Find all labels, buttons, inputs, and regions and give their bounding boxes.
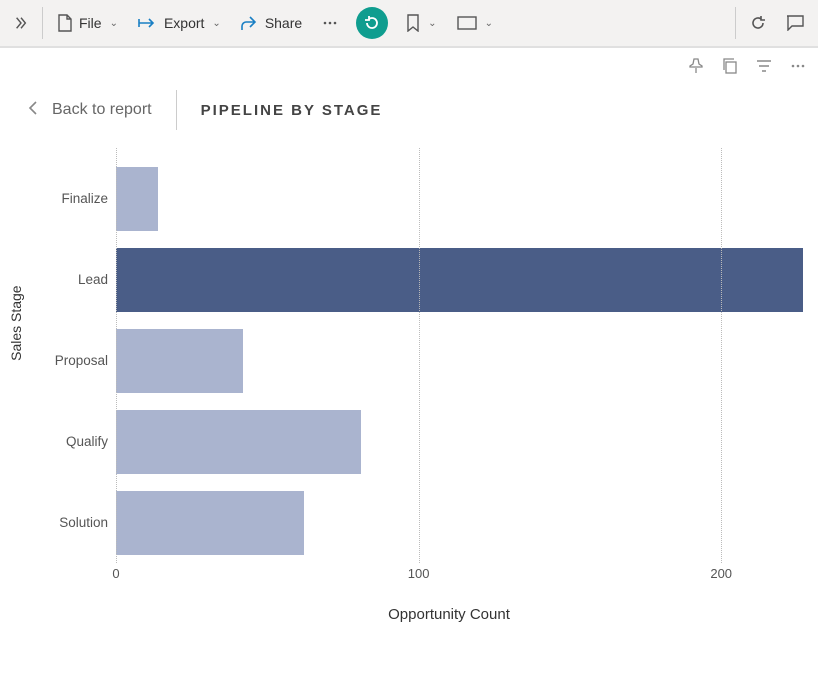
header-separator — [176, 90, 177, 130]
gridline — [116, 148, 117, 563]
bookmark-icon — [406, 14, 420, 32]
reset-button[interactable] — [356, 7, 388, 39]
comment-button[interactable] — [776, 3, 814, 43]
chevron-double-right-icon — [14, 16, 28, 30]
bar-category-label: Lead — [36, 272, 108, 287]
refresh-button[interactable] — [740, 3, 776, 43]
share-button[interactable]: Share — [231, 3, 312, 43]
comment-icon — [786, 15, 804, 31]
export-button[interactable]: Export ⌄ — [128, 3, 231, 43]
x-tick-label: 200 — [710, 566, 732, 581]
visual-actions-row — [0, 48, 818, 74]
bar[interactable] — [116, 410, 361, 474]
expand-ribbon-button[interactable] — [4, 3, 38, 43]
bar[interactable] — [116, 329, 243, 393]
x-ticks: 0100200 — [116, 566, 812, 586]
gridline — [419, 148, 420, 563]
chart-plot: FinalizeLeadProposalQualifySolution 0100… — [116, 148, 812, 578]
file-icon — [57, 14, 73, 32]
chevron-down-icon: ⌄ — [485, 18, 493, 29]
back-to-report-link[interactable]: Back to report — [28, 100, 152, 121]
x-tick-label: 100 — [408, 566, 430, 581]
bar[interactable] — [116, 167, 158, 231]
chevron-left-icon — [28, 100, 38, 121]
pin-button[interactable] — [688, 58, 704, 74]
reset-icon — [364, 15, 380, 31]
bar-category-label: Finalize — [36, 191, 108, 206]
bookmark-button[interactable]: ⌄ — [396, 3, 446, 43]
bar-category-label: Proposal — [36, 353, 108, 368]
view-rectangle-icon — [457, 16, 477, 30]
back-label: Back to report — [52, 101, 152, 119]
y-axis-title: Sales Stage — [8, 285, 24, 361]
x-axis-title: Opportunity Count — [80, 606, 818, 623]
toolbar-separator — [42, 7, 43, 39]
view-button[interactable]: ⌄ — [447, 3, 503, 43]
bar[interactable] — [116, 491, 304, 555]
export-icon — [138, 16, 158, 30]
refresh-icon — [750, 15, 766, 31]
ellipsis-icon — [322, 15, 338, 31]
bar-container: Finalize Lead Proposal Qualify Solution — [116, 158, 812, 563]
x-tick-label: 0 — [112, 566, 119, 581]
export-label: Export — [164, 15, 204, 31]
chevron-down-icon: ⌄ — [110, 18, 118, 29]
chart-area: Sales Stage FinalizeLeadProposalQualifyS… — [36, 148, 818, 588]
bar-category-label: Solution — [36, 515, 108, 530]
header-row: Back to report PIPELINE BY STAGE — [0, 74, 818, 148]
file-menu-button[interactable]: File ⌄ — [47, 3, 128, 43]
filter-button[interactable] — [756, 58, 772, 74]
copy-button[interactable] — [722, 58, 738, 74]
bar-row: Proposal — [116, 329, 812, 393]
share-icon — [241, 15, 259, 31]
bar-row: Finalize — [116, 167, 812, 231]
visual-more-button[interactable] — [790, 58, 806, 74]
more-options-button[interactable] — [312, 3, 348, 43]
bar-row: Solution — [116, 491, 812, 555]
chart-title: PIPELINE BY STAGE — [201, 102, 383, 119]
bar-category-label: Qualify — [36, 434, 108, 449]
toolbar-right-group — [731, 3, 814, 43]
share-label: Share — [265, 15, 302, 31]
app-toolbar: File ⌄ Export ⌄ Share ⌄ ⌄ — [0, 0, 818, 48]
bar-row: Qualify — [116, 410, 812, 474]
gridline — [721, 148, 722, 563]
bar-row: Lead — [116, 248, 812, 312]
chevron-down-icon: ⌄ — [428, 18, 436, 29]
file-menu-label: File — [79, 15, 102, 31]
toolbar-separator — [735, 7, 736, 39]
bar[interactable] — [116, 248, 803, 312]
chevron-down-icon: ⌄ — [212, 18, 220, 29]
